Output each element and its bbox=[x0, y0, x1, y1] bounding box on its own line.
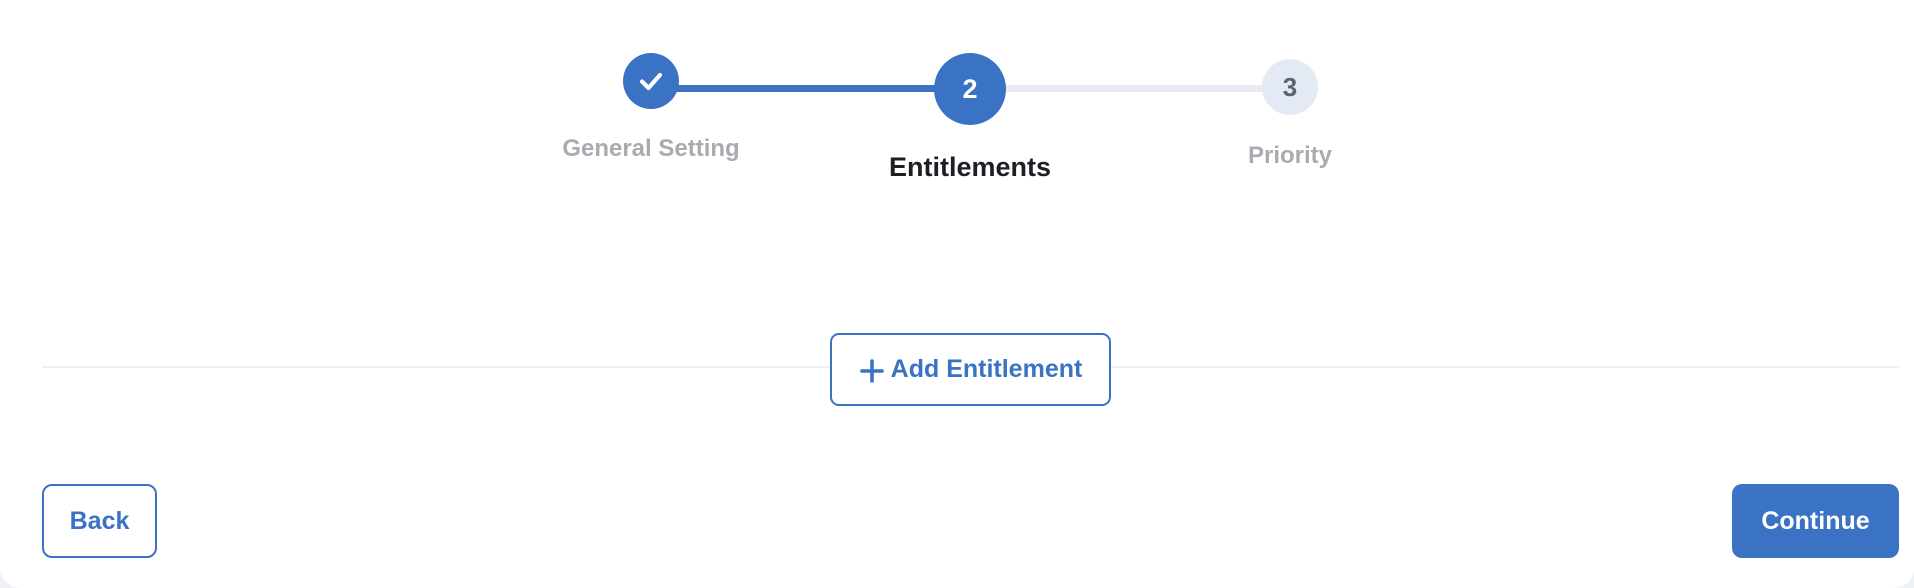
step-2-label: Entitlements bbox=[888, 152, 1052, 182]
stepper-track-completed bbox=[650, 85, 970, 92]
plus-icon bbox=[859, 358, 885, 384]
wizard-panel: General Setting 2 Entitlements 3 Priorit… bbox=[0, 0, 1914, 588]
check-icon bbox=[639, 72, 663, 91]
step-3-circle: 3 bbox=[1262, 59, 1318, 115]
add-entitlement-button[interactable]: Add Entitlement bbox=[830, 333, 1111, 406]
stepper-track-upcoming bbox=[970, 85, 1290, 92]
back-button[interactable]: Back bbox=[42, 484, 157, 558]
step-1-label: General Setting bbox=[562, 135, 740, 162]
step-1-circle bbox=[623, 53, 679, 109]
progress-stepper: General Setting 2 Entitlements 3 Priorit… bbox=[0, 0, 1914, 220]
step-2-circle: 2 bbox=[934, 53, 1006, 125]
add-entitlement-label: Add Entitlement bbox=[890, 355, 1083, 383]
continue-button[interactable]: Continue bbox=[1732, 484, 1899, 558]
step-3-label: Priority bbox=[1247, 142, 1333, 169]
